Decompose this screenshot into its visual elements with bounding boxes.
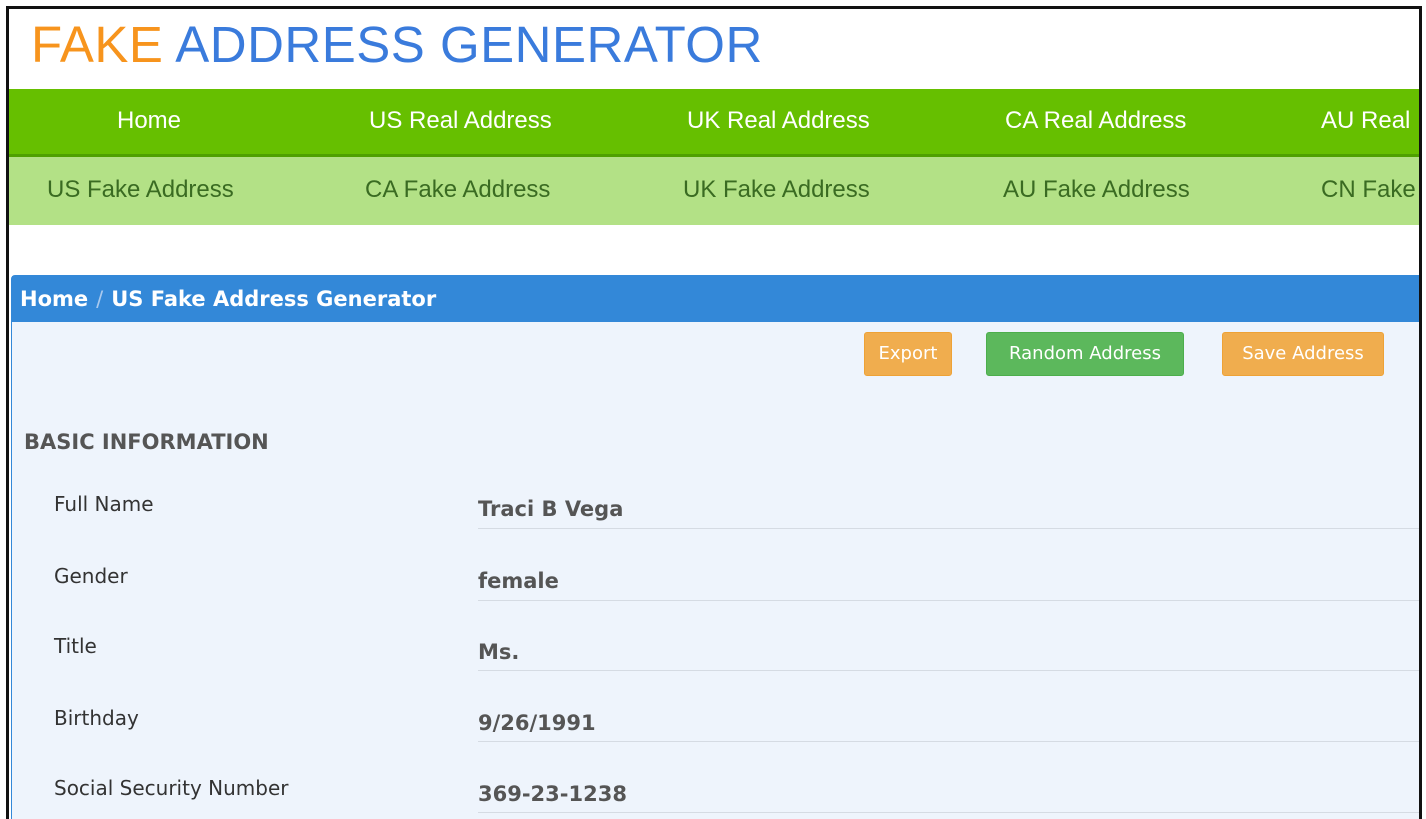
- nav-ca-fake-address-link[interactable]: CA Fake Address: [365, 157, 550, 221]
- primary-nav: Home US Real Address UK Real Address CA …: [9, 89, 1419, 157]
- field-value-social-security-number: 369-23-1238: [478, 782, 627, 806]
- nav-ca-real-address-link[interactable]: CA Real Address: [1005, 89, 1186, 153]
- random-address-button[interactable]: Random Address: [986, 332, 1184, 376]
- site-logo[interactable]: FAKE ADDRESS GENERATOR: [31, 19, 763, 70]
- row-divider: [478, 741, 1419, 742]
- field-value-full-name: Traci B Vega: [478, 497, 624, 521]
- field-label-title: Title: [54, 634, 97, 658]
- page-frame: FAKE ADDRESS GENERATOR Home US Real Addr…: [6, 6, 1422, 819]
- breadcrumb-current: US Fake Address Generator: [111, 287, 437, 311]
- nav-us-fake-address-link[interactable]: US Fake Address: [47, 157, 234, 221]
- row-divider: [478, 600, 1419, 601]
- field-label-birthday: Birthday: [54, 706, 139, 730]
- breadcrumb-separator: /: [96, 287, 104, 311]
- logo-word-fake: FAKE: [31, 16, 164, 73]
- row-divider: [478, 670, 1419, 671]
- field-label-gender: Gender: [54, 564, 128, 588]
- generator-panel: Home / US Fake Address Generator Export Ra…: [11, 275, 1419, 819]
- nav-cn-fake-address-link[interactable]: CN Fake: [1321, 157, 1416, 221]
- save-address-button[interactable]: Save Address: [1222, 332, 1384, 376]
- row-divider: [478, 528, 1419, 529]
- field-value-title: Ms.: [478, 640, 520, 664]
- secondary-nav: US Fake Address CA Fake Address UK Fake …: [9, 157, 1419, 225]
- nav-au-real-address-link[interactable]: AU Real: [1321, 89, 1410, 153]
- nav-uk-fake-address-link[interactable]: UK Fake Address: [683, 157, 870, 221]
- export-button[interactable]: Export: [864, 332, 952, 376]
- nav-us-real-address-link[interactable]: US Real Address: [369, 89, 552, 153]
- field-label-social-security-number: Social Security Number: [54, 776, 289, 800]
- nav-au-fake-address-link[interactable]: AU Fake Address: [1003, 157, 1190, 221]
- nav-home-link[interactable]: Home: [117, 89, 181, 153]
- nav-uk-real-address-link[interactable]: UK Real Address: [687, 89, 870, 153]
- field-label-full-name: Full Name: [54, 492, 154, 516]
- section-title-basic-information: BASIC INFORMATION: [24, 430, 269, 454]
- breadcrumb: Home / US Fake Address Generator: [12, 276, 1419, 322]
- logo-word-address-generator: ADDRESS GENERATOR: [175, 16, 763, 73]
- breadcrumb-home-link[interactable]: Home: [20, 287, 88, 311]
- field-value-birthday: 9/26/1991: [478, 711, 596, 735]
- field-value-gender: female: [478, 569, 559, 593]
